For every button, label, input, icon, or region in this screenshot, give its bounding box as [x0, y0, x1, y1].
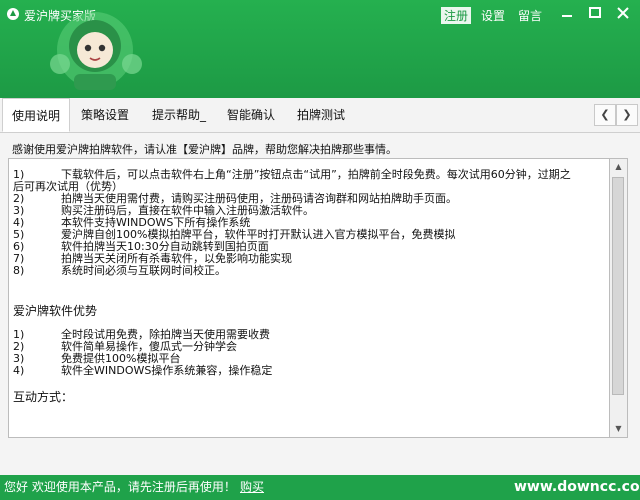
nav-settings[interactable]: 设置 — [481, 7, 505, 24]
step-text: 下载软件后，可以点击软件右上角“注册”按钮点击“试用”，拍牌前全时段免费。每次试… — [61, 168, 571, 181]
step-num: 8) — [13, 264, 25, 277]
scroll-up-icon[interactable]: ▲ — [610, 159, 627, 175]
app-logo-icon — [7, 8, 19, 20]
title-bar: 爱沪牌买家版 注册 设置 留言 — [0, 0, 640, 98]
buy-link[interactable]: 购买 — [240, 475, 264, 500]
nav-message[interactable]: 留言 — [518, 7, 542, 24]
chevron-left-icon: ❮ — [600, 108, 610, 121]
advantage-text: 软件全WINDOWS操作系统兼容，操作稳定 — [61, 364, 273, 377]
instructions-textbox[interactable]: 1) 下载软件后，可以点击软件右上角“注册”按钮点击“试用”，拍牌前全时段免费。每… — [8, 158, 610, 438]
tab-usage-guide[interactable]: 使用说明 — [2, 98, 70, 132]
maximize-button[interactable] — [584, 4, 606, 22]
step-text: 系统时间必须与互联网时间校正。 — [61, 264, 226, 277]
site-watermark: www.downcc.com — [514, 479, 640, 495]
advantages-title: 爱沪牌软件优势 — [13, 304, 98, 318]
tab-strategy-settings[interactable]: 策略设置 — [74, 98, 136, 132]
status-text: 您好 欢迎使用本产品，请先注册后再使用！ — [4, 480, 236, 494]
tab-strip: 使用说明 策略设置 提示帮助_ 智能确认 拍牌测试 — [0, 98, 640, 133]
close-icon — [617, 7, 629, 19]
minimize-icon — [562, 15, 572, 17]
scroll-thumb[interactable] — [612, 177, 624, 395]
vertical-scrollbar[interactable]: ▲ ▼ — [610, 158, 628, 438]
chevron-right-icon: ❯ — [622, 108, 632, 121]
maximize-icon — [589, 7, 601, 18]
scroll-down-icon[interactable]: ▼ — [610, 421, 627, 437]
tab-smart-confirm[interactable]: 智能确认 — [222, 98, 280, 132]
tab-bid-test[interactable]: 拍牌测试 — [292, 98, 350, 132]
mascot-icon — [50, 12, 142, 90]
advantage-num: 4) — [13, 364, 25, 377]
interaction-title: 互动方式： — [13, 390, 74, 404]
tab-next-button[interactable]: ❯ — [616, 104, 638, 126]
intro-text: 感谢使用爱沪牌拍牌软件，请认准【爱沪牌】品牌，帮助您解决拍牌那些事情。 — [12, 143, 397, 156]
status-bar: 您好 欢迎使用本产品，请先注册后再使用！ 购买 www.downcc.com — [0, 475, 640, 500]
nav-register[interactable]: 注册 — [441, 7, 472, 24]
tab-prev-button[interactable]: ❮ — [594, 104, 616, 126]
minimize-button[interactable] — [556, 4, 578, 22]
close-button[interactable] — [612, 4, 634, 22]
tab-tips-help[interactable]: 提示帮助_ — [146, 98, 212, 132]
